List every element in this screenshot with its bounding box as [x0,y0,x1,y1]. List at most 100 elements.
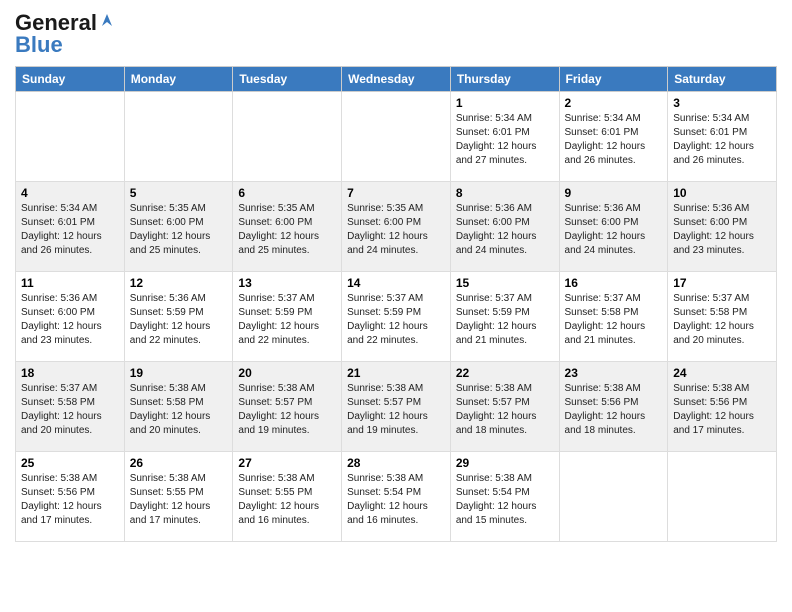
day-info: Sunrise: 5:37 AMSunset: 5:59 PMDaylight:… [347,292,445,348]
calendar-cell: 25Sunrise: 5:38 AMSunset: 5:56 PMDayligh… [16,452,125,542]
day-number: 13 [238,276,336,290]
calendar-cell: 2 Sunrise: 5:34 AMSunset: 6:01 PMDaylight… [559,92,668,182]
day-info: Sunrise: 5:38 AMSunset: 5:54 PMDaylight:… [456,472,554,528]
calendar-cell: 28 Sunrise: 5:38 AMSunset: 5:54 PMDayligh… [342,452,451,542]
day-info: Sunrise: 5:35 AMSunset: 6:00 PMDaylight:… [238,202,336,258]
day-number: 25 [21,456,119,470]
day-number: 27 [238,456,336,470]
day-number: 29 [456,456,554,470]
day-of-week-header: Friday [559,67,668,92]
day-number: 21 [347,366,445,380]
day-info: Sunrise: 5:38 AMSunset: 5:57 PMDaylight:… [347,382,445,438]
day-info: Sunrise: 5:38 AMSunset: 5:55 PMDaylight:… [238,472,336,528]
calendar-cell: 16 Sunrise: 5:37 AMSunset: 5:58 PMDayligh… [559,272,668,362]
day-info: Sunrise: 5:34 AMSunset: 6:01 PMDaylight:… [565,112,663,168]
day-number: 20 [238,366,336,380]
calendar-cell: 3Sunrise: 5:34 AMSunset: 6:01 PMDaylight… [668,92,777,182]
day-info: Sunrise: 5:37 AMSunset: 5:58 PMDaylight:… [673,292,771,348]
day-info: Sunrise: 5:38 AMSunset: 5:54 PMDaylight:… [347,472,445,528]
day-info: Sunrise: 5:36 AMSunset: 6:00 PMDaylight:… [456,202,554,258]
day-of-week-header: Thursday [450,67,559,92]
day-info: Sunrise: 5:34 AMSunset: 6:01 PMDaylight:… [456,112,554,168]
day-of-week-header: Sunday [16,67,125,92]
day-info: Sunrise: 5:34 AMSunset: 6:01 PMDaylight:… [21,202,119,258]
calendar-cell: 20Sunrise: 5:38 AMSunset: 5:57 PMDayligh… [233,362,342,452]
calendar-cell: 21 Sunrise: 5:38 AMSunset: 5:57 PMDayligh… [342,362,451,452]
day-number: 10 [673,186,771,200]
calendar-cell [668,452,777,542]
day-of-week-header: Wednesday [342,67,451,92]
day-info: Sunrise: 5:38 AMSunset: 5:56 PMDaylight:… [565,382,663,438]
calendar-cell [233,92,342,182]
day-number: 14 [347,276,445,290]
day-number: 9 [565,186,663,200]
calendar-cell: 23 Sunrise: 5:38 AMSunset: 5:56 PMDayligh… [559,362,668,452]
page-header: General Blue [15,10,777,58]
calendar-cell: 5 Sunrise: 5:35 AMSunset: 6:00 PMDaylight… [124,182,233,272]
calendar-cell: 29 Sunrise: 5:38 AMSunset: 5:54 PMDayligh… [450,452,559,542]
day-number: 23 [565,366,663,380]
day-number: 28 [347,456,445,470]
calendar-cell: 1 Sunrise: 5:34 AMSunset: 6:01 PMDaylight… [450,92,559,182]
calendar-cell: 10 Sunrise: 5:36 AMSunset: 6:00 PMDayligh… [668,182,777,272]
day-number: 8 [456,186,554,200]
calendar-cell: 9 Sunrise: 5:36 AMSunset: 6:00 PMDaylight… [559,182,668,272]
day-number: 26 [130,456,228,470]
day-info: Sunrise: 5:36 AMSunset: 6:00 PMDaylight:… [673,202,771,258]
day-of-week-header: Tuesday [233,67,342,92]
day-number: 7 [347,186,445,200]
calendar-cell: 14 Sunrise: 5:37 AMSunset: 5:59 PMDayligh… [342,272,451,362]
calendar-cell: 24 Sunrise: 5:38 AMSunset: 5:56 PMDayligh… [668,362,777,452]
day-number: 12 [130,276,228,290]
day-number: 19 [130,366,228,380]
day-number: 4 [21,186,119,200]
day-info: Sunrise: 5:35 AMSunset: 6:00 PMDaylight:… [347,202,445,258]
day-of-week-header: Monday [124,67,233,92]
day-info: Sunrise: 5:37 AMSunset: 5:58 PMDaylight:… [565,292,663,348]
day-info: Sunrise: 5:38 AMSunset: 5:58 PMDaylight:… [130,382,228,438]
day-info: Sunrise: 5:35 AMSunset: 6:00 PMDaylight:… [130,202,228,258]
day-number: 3 [673,96,771,110]
calendar-cell: 15 Sunrise: 5:37 AMSunset: 5:59 PMDayligh… [450,272,559,362]
day-number: 1 [456,96,554,110]
calendar-cell [124,92,233,182]
day-info: Sunrise: 5:38 AMSunset: 5:57 PMDaylight:… [456,382,554,438]
day-info: Sunrise: 5:36 AMSunset: 6:00 PMDaylight:… [565,202,663,258]
day-number: 18 [21,366,119,380]
calendar-cell: 4 Sunrise: 5:34 AMSunset: 6:01 PMDaylight… [16,182,125,272]
day-number: 5 [130,186,228,200]
calendar-cell: 19 Sunrise: 5:38 AMSunset: 5:58 PMDayligh… [124,362,233,452]
calendar-cell: 8 Sunrise: 5:36 AMSunset: 6:00 PMDaylight… [450,182,559,272]
day-info: Sunrise: 5:38 AMSunset: 5:55 PMDaylight:… [130,472,228,528]
day-info: Sunrise: 5:36 AMSunset: 6:00 PMDaylight:… [21,292,119,348]
calendar-cell [342,92,451,182]
day-number: 16 [565,276,663,290]
day-number: 2 [565,96,663,110]
day-number: 24 [673,366,771,380]
logo-bird-icon [98,12,116,30]
day-number: 11 [21,276,119,290]
calendar-cell: 22 Sunrise: 5:38 AMSunset: 5:57 PMDayligh… [450,362,559,452]
calendar-cell: 13 Sunrise: 5:37 AMSunset: 5:59 PMDayligh… [233,272,342,362]
logo: General Blue [15,10,116,58]
day-number: 17 [673,276,771,290]
day-number: 22 [456,366,554,380]
logo-blue: Blue [15,32,63,58]
day-info: Sunrise: 5:37 AMSunset: 5:58 PMDaylight:… [21,382,119,438]
day-info: Sunrise: 5:37 AMSunset: 5:59 PMDaylight:… [456,292,554,348]
calendar-cell: 7 Sunrise: 5:35 AMSunset: 6:00 PMDaylight… [342,182,451,272]
day-info: Sunrise: 5:37 AMSunset: 5:59 PMDaylight:… [238,292,336,348]
day-of-week-header: Saturday [668,67,777,92]
calendar-cell: 6Sunrise: 5:35 AMSunset: 6:00 PMDaylight… [233,182,342,272]
calendar-cell [16,92,125,182]
calendar-cell: 17 Sunrise: 5:37 AMSunset: 5:58 PMDayligh… [668,272,777,362]
day-info: Sunrise: 5:36 AMSunset: 5:59 PMDaylight:… [130,292,228,348]
calendar-cell: 12 Sunrise: 5:36 AMSunset: 5:59 PMDayligh… [124,272,233,362]
calendar-cell [559,452,668,542]
calendar-cell: 26 Sunrise: 5:38 AMSunset: 5:55 PMDayligh… [124,452,233,542]
day-number: 15 [456,276,554,290]
calendar-cell: 11 Sunrise: 5:36 AMSunset: 6:00 PMDayligh… [16,272,125,362]
calendar-cell: 27 Sunrise: 5:38 AMSunset: 5:55 PMDayligh… [233,452,342,542]
day-info: Sunrise: 5:38 AMSunset: 5:56 PMDaylight:… [673,382,771,438]
calendar-table: SundayMondayTuesdayWednesdayThursdayFrid… [15,66,777,542]
